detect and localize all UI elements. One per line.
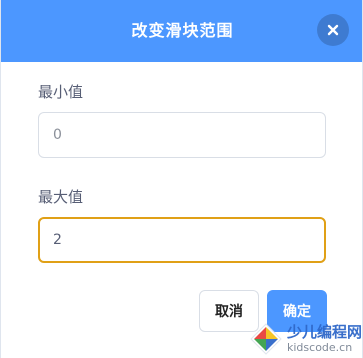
min-value-input[interactable] <box>38 112 326 158</box>
slider-range-dialog: 改变滑块范围 最小值 最大值 取消 确定 少儿编程网 kidscode.cn <box>0 0 363 358</box>
max-value-label: 最大值 <box>38 188 84 206</box>
dialog-title: 改变滑块范围 <box>131 21 234 40</box>
close-button[interactable] <box>317 14 349 46</box>
max-value-input[interactable] <box>38 217 326 263</box>
watermark-name: 少儿编程网 <box>287 323 363 341</box>
min-value-label: 最小值 <box>38 83 84 101</box>
close-icon <box>327 24 339 36</box>
watermark-url: kidscode.cn <box>287 341 353 354</box>
watermark: 少儿编程网 kidscode.cn <box>247 318 363 358</box>
dialog-title-bar: 改变滑块范围 <box>1 0 362 62</box>
kidscode-logo-icon <box>250 323 282 355</box>
